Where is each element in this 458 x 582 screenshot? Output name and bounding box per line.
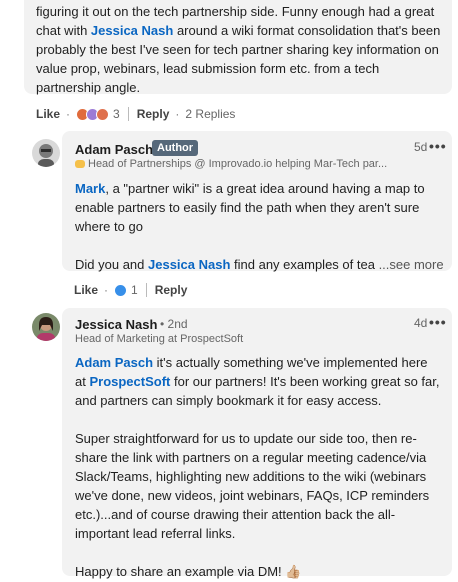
- more-options-icon[interactable]: •••: [429, 138, 447, 154]
- mention-link-jessica[interactable]: Jessica Nash: [91, 23, 173, 38]
- dot-separator: ·: [66, 107, 71, 121]
- reply-paragraph: Did you and Jessica Nash find any exampl…: [75, 255, 445, 274]
- connection-degree: • 2nd: [160, 317, 188, 331]
- see-more-link[interactable]: ...see more: [379, 257, 444, 272]
- commenter-headline: Head of Partnerships @ Improvado.io help…: [75, 158, 387, 170]
- handshake-icon: [75, 160, 85, 169]
- comment-actions-top: Like · 3 Reply · 2 Replies: [36, 106, 235, 122]
- insightful-reaction-icon: [96, 107, 110, 121]
- reactions-icons[interactable]: [114, 283, 128, 297]
- reply-paragraph: Mark, a "partner wiki" is a great idea a…: [75, 179, 445, 236]
- reaction-count[interactable]: 1: [131, 283, 138, 297]
- like-button[interactable]: Like: [74, 283, 98, 297]
- mention-link-jessica[interactable]: Jessica Nash: [148, 257, 230, 272]
- reply-text-adam: Mark, a "partner wiki" is a great idea a…: [75, 179, 445, 274]
- reply-button[interactable]: Reply: [137, 107, 170, 121]
- avatar-adam[interactable]: [32, 139, 60, 167]
- dot-separator: ·: [104, 283, 109, 297]
- timestamp: 4d: [414, 316, 428, 330]
- dot-separator: ·: [175, 107, 180, 121]
- mention-link-mark[interactable]: Mark: [75, 181, 105, 196]
- divider: [145, 283, 147, 297]
- mention-link-adam[interactable]: Adam Pasch: [75, 355, 153, 370]
- commenter-headline: Head of Marketing at ProspectSoft: [75, 333, 244, 345]
- reply-actions-adam: Like · 1 Reply: [74, 282, 187, 298]
- avatar-jessica[interactable]: [32, 313, 60, 341]
- headline-text: Head of Partnerships @ Improvado.io help…: [88, 158, 388, 170]
- divider: [127, 107, 129, 121]
- reactions-icons[interactable]: [76, 107, 110, 121]
- reply-button[interactable]: Reply: [155, 283, 188, 297]
- reaction-count[interactable]: 3: [113, 107, 120, 121]
- reply-paragraph: Adam Pasch it's actually something we've…: [75, 353, 440, 410]
- replies-count-link[interactable]: 2 Replies: [185, 107, 235, 121]
- reply-text-part: find any examples of tea: [230, 257, 375, 272]
- commenter-name[interactable]: Jessica Nash: [75, 317, 157, 332]
- comment-text-top: figuring it out on the tech partnership …: [36, 2, 446, 97]
- mention-link-prospectsoft[interactable]: ProspectSoft: [89, 374, 170, 389]
- commenter-name[interactable]: Adam Pasch: [75, 142, 153, 157]
- like-button[interactable]: Like: [36, 107, 60, 121]
- reply-text-part: Did you and: [75, 257, 148, 272]
- author-badge: Author: [152, 140, 199, 156]
- reply-paragraph: Super straightforward for us to update o…: [75, 431, 430, 541]
- like-reaction-icon: [114, 283, 128, 297]
- reply-text-part: , a "partner wiki" is a great idea aroun…: [75, 181, 425, 234]
- timestamp: 5d: [414, 140, 428, 154]
- more-options-icon[interactable]: •••: [429, 314, 447, 330]
- reply-text-jessica: Adam Pasch it's actually something we've…: [75, 353, 440, 581]
- reply-paragraph: Happy to share an example via DM! 👍🏼: [75, 564, 302, 579]
